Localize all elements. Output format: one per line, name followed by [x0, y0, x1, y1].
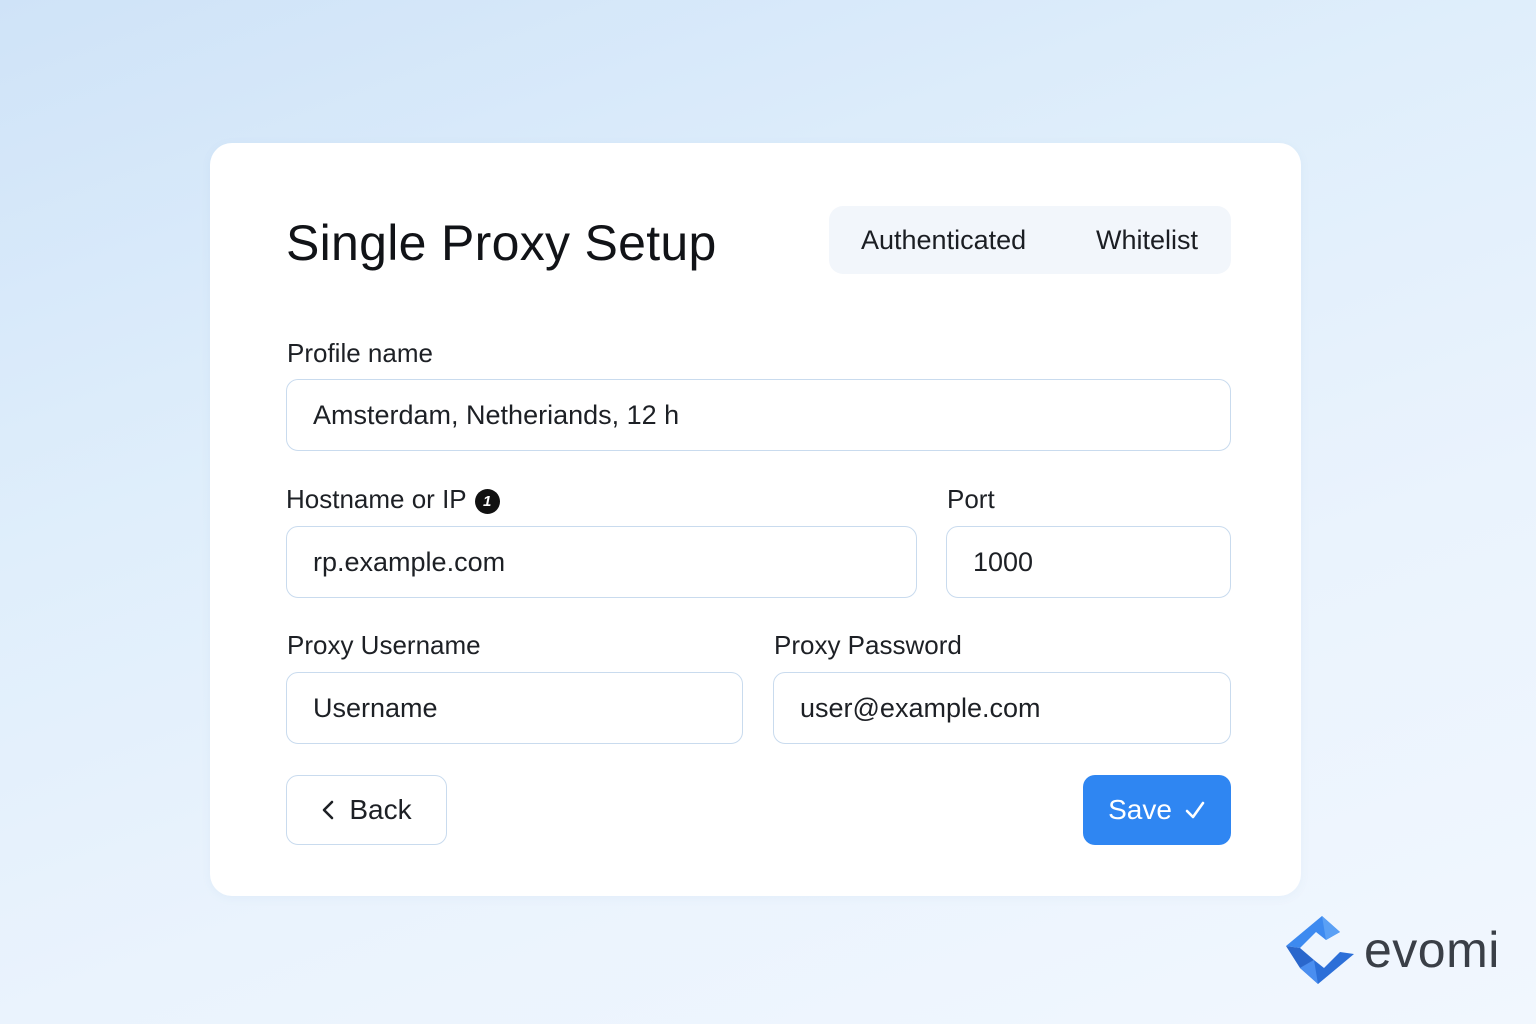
save-button-label: Save — [1108, 794, 1172, 825]
auth-mode-toggle: Authenticated Whitelist — [829, 206, 1231, 274]
toggle-whitelist[interactable]: Whitelist — [1096, 206, 1198, 274]
info-icon[interactable]: 1 — [474, 489, 500, 514]
evomi-logo-icon — [1286, 916, 1354, 984]
proxy-password-label-text: Proxy Password — [774, 630, 962, 660]
profile-name-input[interactable] — [286, 379, 1231, 451]
toggle-authenticated[interactable]: Authenticated — [861, 206, 1026, 274]
brand-name: evomi — [1364, 922, 1500, 978]
proxy-username-label-text: Proxy Username — [287, 630, 481, 660]
profile-name-label-text: Profile name — [287, 338, 433, 368]
port-input[interactable] — [946, 526, 1231, 598]
page-title: Single Proxy Setup — [286, 215, 717, 271]
back-button-label: Back — [349, 794, 412, 825]
save-button[interactable]: Save — [1083, 775, 1231, 845]
hostname-input[interactable] — [286, 526, 917, 598]
hostname-label: Hostname or IP 1 — [286, 483, 500, 515]
proxy-username-label: Proxy Username — [287, 629, 481, 661]
profile-name-label: Profile name — [287, 337, 433, 369]
proxy-password-input[interactable] — [773, 672, 1231, 744]
brand-logo: evomi — [1282, 912, 1500, 988]
proxy-username-input[interactable] — [286, 672, 743, 744]
hostname-label-text: Hostname or IP — [286, 484, 467, 514]
back-button[interactable]: Back — [286, 775, 447, 845]
checkmark-icon — [1185, 801, 1205, 819]
port-label-text: Port — [947, 484, 995, 514]
proxy-setup-card: Single Proxy Setup Authenticated Whiteli… — [210, 143, 1301, 896]
port-label: Port — [947, 483, 995, 515]
chevron-left-icon — [323, 800, 334, 820]
proxy-password-label: Proxy Password — [774, 629, 962, 661]
